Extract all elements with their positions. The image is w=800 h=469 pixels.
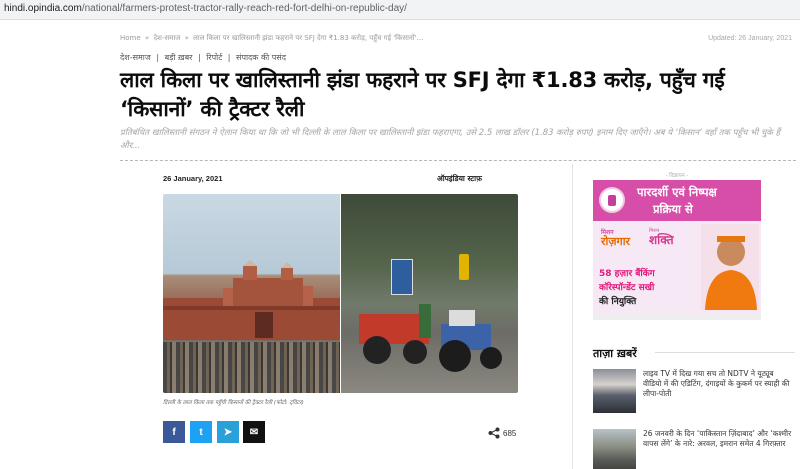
email-icon: ✉ [249, 426, 259, 438]
mission-shakti-logo: मिशन शक्ति [649, 228, 699, 250]
ad-label: - विज्ञापन - [665, 173, 689, 179]
twitter-icon: t [199, 426, 203, 438]
latest-news-item[interactable]: 26 जनवरी के दिन ‘पाकिस्तान ज़िंदाबाद’ और… [593, 429, 798, 469]
category-tag[interactable]: बड़ी ख़बर [165, 53, 193, 62]
url-text[interactable]: hindi.opindia.com/national/farmers-prote… [4, 3, 407, 14]
news-thumbnail[interactable] [593, 429, 636, 469]
tractor-rally-photo [341, 194, 518, 393]
url-path: /national/farmers-protest-tractor-rally-… [81, 3, 407, 14]
road-sign [391, 259, 413, 295]
share-icon [488, 427, 500, 439]
breadcrumb-current: लाल किला पर खालिस्तानी झंडा फहराने पर SF… [193, 34, 424, 42]
facebook-share-button[interactable]: f [163, 421, 185, 443]
ad-line-1: 58 हज़ार बैंकिंग [599, 269, 655, 279]
browser-address-bar[interactable]: hindi.opindia.com/national/farmers-prote… [0, 0, 800, 20]
mission-shakti-big: शक्ति [649, 233, 674, 247]
category-separator: | [197, 53, 201, 62]
category-separator: | [156, 53, 160, 62]
mission-rozgar-big: रोज़गार [601, 235, 631, 248]
article-date: 26 January, 2021 [163, 174, 223, 183]
news-headline[interactable]: लाइव TV में दिख गया सच तो NDTV ने यूट्यू… [643, 369, 793, 399]
tractor-illustration [359, 304, 502, 372]
category-tag[interactable]: संपादक की पसंद [236, 53, 286, 62]
news-headline[interactable]: 26 जनवरी के दिन ‘पाकिस्तान ज़िंदाबाद’ और… [643, 429, 793, 449]
category-separator: | [227, 53, 231, 62]
updated-date: Updated: 26 January, 2021 [708, 35, 792, 42]
latest-news-divider [655, 352, 795, 353]
twitter-share-button[interactable]: t [190, 421, 212, 443]
mission-rozgar-logo: मिशन रोज़गार [601, 228, 641, 262]
article-headline: लाल किला पर खालिस्तानी झंडा फहराने पर SF… [120, 68, 725, 121]
article-summary: प्रतिबंधित खालिस्तानी संगठन ने ऐलान किया… [120, 128, 781, 151]
ad-footer [593, 313, 761, 320]
divider [120, 160, 796, 161]
url-host: hindi.opindia.com [4, 3, 82, 14]
image-caption: दिल्ली के लाल किला तक पहुँची किसानों की … [163, 400, 304, 406]
breadcrumb-separator: » [144, 34, 150, 42]
sidebar-divider [572, 164, 573, 469]
category-tag[interactable]: रिपोर्ट [206, 53, 222, 62]
facebook-icon: f [172, 426, 176, 438]
share-count[interactable]: 685 [488, 427, 516, 439]
email-share-button[interactable]: ✉ [243, 421, 265, 443]
share-count-value: 685 [503, 428, 517, 438]
red-fort-illustration [163, 260, 340, 340]
ad-headline-2: प्रक्रिया से [653, 202, 693, 216]
advertisement-banner[interactable]: पारदर्शी एवं निष्पक्ष प्रक्रिया से मिशन … [593, 180, 761, 320]
latest-news-heading: ताज़ा ख़बरें [593, 347, 637, 360]
telegram-icon: ➤ [223, 426, 233, 438]
crowd [163, 342, 340, 393]
telegram-share-button[interactable]: ➤ [217, 421, 239, 443]
person-portrait [701, 224, 759, 310]
article-image[interactable] [163, 194, 518, 393]
breadcrumb-separator: » [184, 34, 189, 42]
category-tag[interactable]: देश-समाज [120, 53, 151, 62]
red-fort-photo [163, 194, 340, 393]
ad-line-2: कॉरेस्पॉन्डेंट सखी [599, 283, 655, 293]
ad-headline-1: पारदर्शी एवं निष्पक्ष [637, 185, 717, 199]
breadcrumb-section[interactable]: देश-समाज [153, 34, 180, 42]
news-thumbnail[interactable] [593, 369, 636, 413]
category-tags: देश-समाज | बड़ी ख़बर | रिपोर्ट | संपादक … [120, 52, 289, 63]
ad-line-3: की नियुक्ति [599, 297, 637, 307]
traffic-signal [459, 254, 469, 280]
latest-news-item[interactable]: लाइव TV में दिख गया सच तो NDTV ने यूट्यू… [593, 369, 798, 415]
article-author[interactable]: ऑपइंडिया स्टाफ़ [437, 174, 482, 184]
government-emblem-icon [599, 187, 625, 213]
breadcrumb: Home » देश-समाज » लाल किला पर खालिस्तानी… [120, 34, 425, 43]
breadcrumb-home[interactable]: Home [120, 34, 141, 42]
